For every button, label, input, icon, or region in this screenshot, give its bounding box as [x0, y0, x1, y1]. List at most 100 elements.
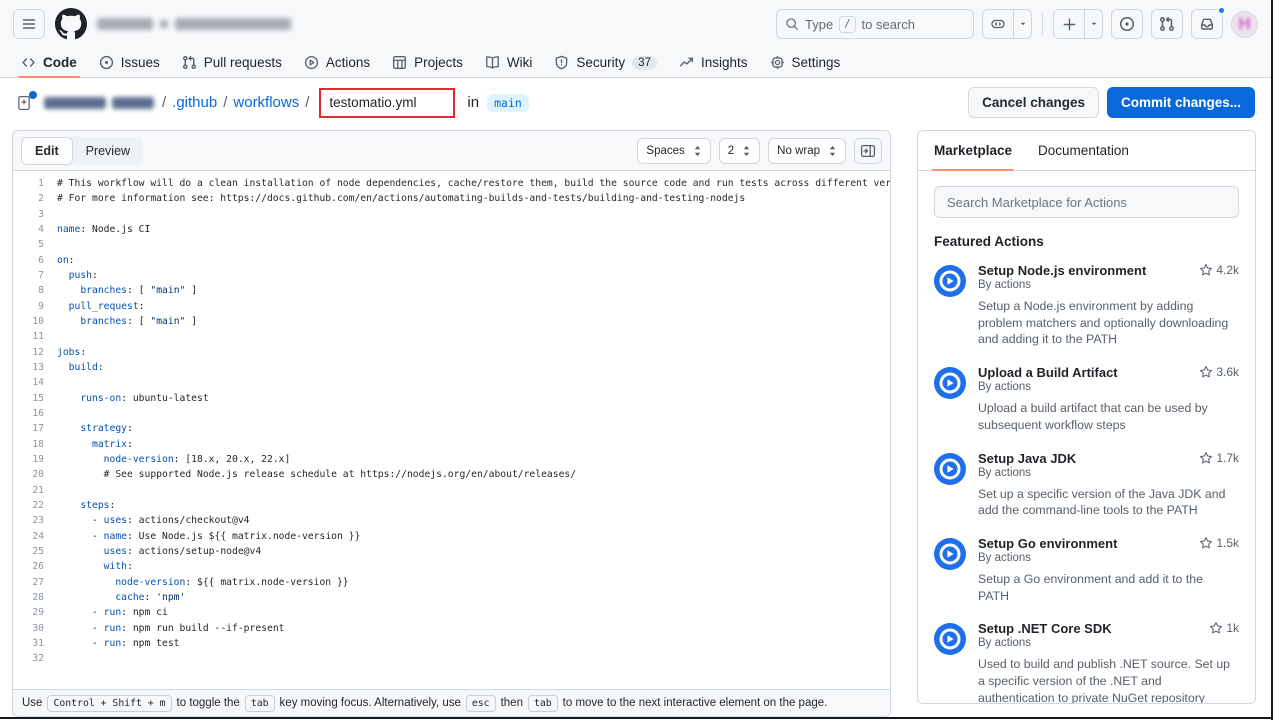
marketplace-action-item[interactable]: Setup Node.js environment 4.2k By action… [934, 263, 1239, 348]
issues-button[interactable] [1111, 9, 1143, 39]
code-line[interactable]: 22 steps: [13, 498, 890, 513]
star-icon [1209, 621, 1223, 635]
hint-text: key moving focus. Alternatively, use [280, 697, 461, 709]
action-description: Setup a Node.js environment by adding pr… [978, 298, 1239, 348]
tab-code[interactable]: Code [10, 48, 88, 77]
pull-requests-button[interactable] [1151, 9, 1183, 39]
line-number: 21 [13, 483, 57, 498]
code-line[interactable]: 16 [13, 406, 890, 421]
code-line[interactable]: 31 - run: npm test [13, 636, 890, 651]
code-line[interactable]: 24 - name: Use Node.js ${{ matrix.node-v… [13, 529, 890, 544]
code-line[interactable]: 20 # See supported Node.js release sched… [13, 467, 890, 482]
code-line-text: - run: npm test [57, 636, 180, 651]
cancel-changes-button[interactable]: Cancel changes [968, 87, 1099, 118]
action-title[interactable]: Setup Java JDK [978, 451, 1199, 466]
commit-changes-button[interactable]: Commit changes... [1107, 87, 1255, 118]
code-line[interactable]: 32 [13, 651, 890, 666]
code-line-text: on: [57, 253, 75, 268]
search-placeholder-prefix: Type [805, 17, 833, 32]
window-edge-right [1271, 0, 1273, 720]
line-number: 18 [13, 437, 57, 452]
filename-input[interactable] [321, 90, 453, 116]
toggle-sidebar-button[interactable] [854, 138, 882, 164]
branch-badge[interactable]: main [487, 94, 529, 112]
code-line[interactable]: 11 [13, 329, 890, 344]
tab-projects[interactable]: Projects [381, 48, 474, 77]
code-line[interactable]: 26 with: [13, 559, 890, 574]
code-line-text: - uses: actions/checkout@v4 [57, 513, 250, 528]
code-line-text: - name: Use Node.js ${{ matrix.node-vers… [57, 529, 360, 544]
code-line[interactable]: 13 build: [13, 360, 890, 375]
code-line[interactable]: 23 - uses: actions/checkout@v4 [13, 513, 890, 528]
action-title[interactable]: Setup Node.js environment [978, 263, 1199, 278]
line-number: 30 [13, 621, 57, 636]
inbox-icon [1199, 16, 1215, 32]
indent-size-select[interactable]: 2 [719, 138, 760, 164]
code-line[interactable]: 4name: Node.js CI [13, 222, 890, 237]
indent-mode-select[interactable]: Spaces [637, 138, 710, 164]
action-title[interactable]: Setup Go environment [978, 536, 1199, 551]
tab-settings[interactable]: Settings [759, 48, 852, 77]
user-avatar[interactable]: H [1231, 11, 1258, 38]
create-new-button[interactable] [1053, 9, 1103, 39]
line-number: 1 [13, 176, 57, 191]
code-line[interactable]: 29 - run: npm ci [13, 605, 890, 620]
marketplace-action-item[interactable]: Setup Java JDK 1.7k By actions Set up a … [934, 451, 1239, 519]
code-line[interactable]: 5 [13, 237, 890, 252]
repo-owner-blurred[interactable] [44, 97, 154, 109]
tab-issues[interactable]: Issues [88, 48, 171, 77]
tab-security[interactable]: Security 37 [543, 48, 668, 77]
code-line[interactable]: 28 cache: 'npm' [13, 590, 890, 605]
code-line-text: node-version: ${{ matrix.node-version }} [57, 575, 349, 590]
tab-pull-requests[interactable]: Pull requests [171, 48, 293, 77]
action-description: Used to build and publish .NET source. S… [978, 656, 1239, 704]
code-line[interactable]: 3 [13, 207, 890, 222]
code-line[interactable]: 25 uses: actions/setup-node@v4 [13, 544, 890, 559]
code-line[interactable]: 8 branches: [ "main" ] [13, 283, 890, 298]
code-line[interactable]: 6on: [13, 253, 890, 268]
tab-insights[interactable]: Insights [668, 48, 759, 77]
tab-marketplace[interactable]: Marketplace [934, 131, 1012, 170]
breadcrumb-link-workflows-dir[interactable]: workflows [233, 94, 299, 111]
copilot-menu-button[interactable] [982, 9, 1032, 39]
tab-actions[interactable]: Actions [293, 48, 381, 77]
breadcrumb-link-github-dir[interactable]: .github [172, 94, 217, 111]
window-edge-bottom [0, 717, 1273, 719]
action-title[interactable]: Setup .NET Core SDK [978, 621, 1209, 636]
code-line[interactable]: 30 - run: npm run build --if-present [13, 621, 890, 636]
star-count: 1.7k [1199, 451, 1239, 465]
github-logo[interactable] [55, 8, 87, 40]
code-line[interactable]: 18 matrix: [13, 437, 890, 452]
code-line[interactable]: 27 node-version: ${{ matrix.node-version… [13, 575, 890, 590]
tab-documentation[interactable]: Documentation [1038, 131, 1129, 170]
edit-tab[interactable]: Edit [21, 137, 73, 165]
code-line[interactable]: 2# For more information see: https://doc… [13, 191, 890, 206]
code-line[interactable]: 14 [13, 375, 890, 390]
preview-tab[interactable]: Preview [73, 137, 143, 165]
marketplace-search-input[interactable] [934, 186, 1239, 218]
code-line[interactable]: 10 branches: [ "main" ] [13, 314, 890, 329]
star-icon [1199, 365, 1213, 379]
marketplace-action-item[interactable]: Setup Go environment 1.5k By actions Set… [934, 536, 1239, 604]
code-line[interactable]: 17 strategy: [13, 421, 890, 436]
hamburger-menu-button[interactable] [13, 9, 45, 39]
action-title[interactable]: Upload a Build Artifact [978, 365, 1199, 380]
code-editor[interactable]: 1# This workflow will do a clean install… [13, 171, 890, 689]
code-line[interactable]: 15 runs-on: ubuntu-latest [13, 391, 890, 406]
code-line[interactable]: 7 push: [13, 268, 890, 283]
wrap-mode-select[interactable]: No wrap [768, 138, 846, 164]
unread-notification-dot [1217, 6, 1226, 15]
marketplace-action-item[interactable]: Setup .NET Core SDK 1k By actions Used t… [934, 621, 1239, 704]
context-breadcrumb-blurred[interactable] [97, 18, 291, 30]
marketplace-action-item[interactable]: Upload a Build Artifact 3.6k By actions … [934, 365, 1239, 433]
line-number: 6 [13, 253, 57, 268]
code-line[interactable]: 1# This workflow will do a clean install… [13, 176, 890, 191]
code-line[interactable]: 12jobs: [13, 345, 890, 360]
code-line[interactable]: 9 pull_request: [13, 299, 890, 314]
notifications-button[interactable] [1191, 9, 1223, 39]
code-line[interactable]: 21 [13, 483, 890, 498]
code-line-text: with: [57, 559, 133, 574]
global-search-input[interactable]: Type / to search [776, 9, 974, 39]
tab-wiki[interactable]: Wiki [474, 48, 544, 77]
code-line[interactable]: 19 node-version: [18.x, 20.x, 22.x] [13, 452, 890, 467]
